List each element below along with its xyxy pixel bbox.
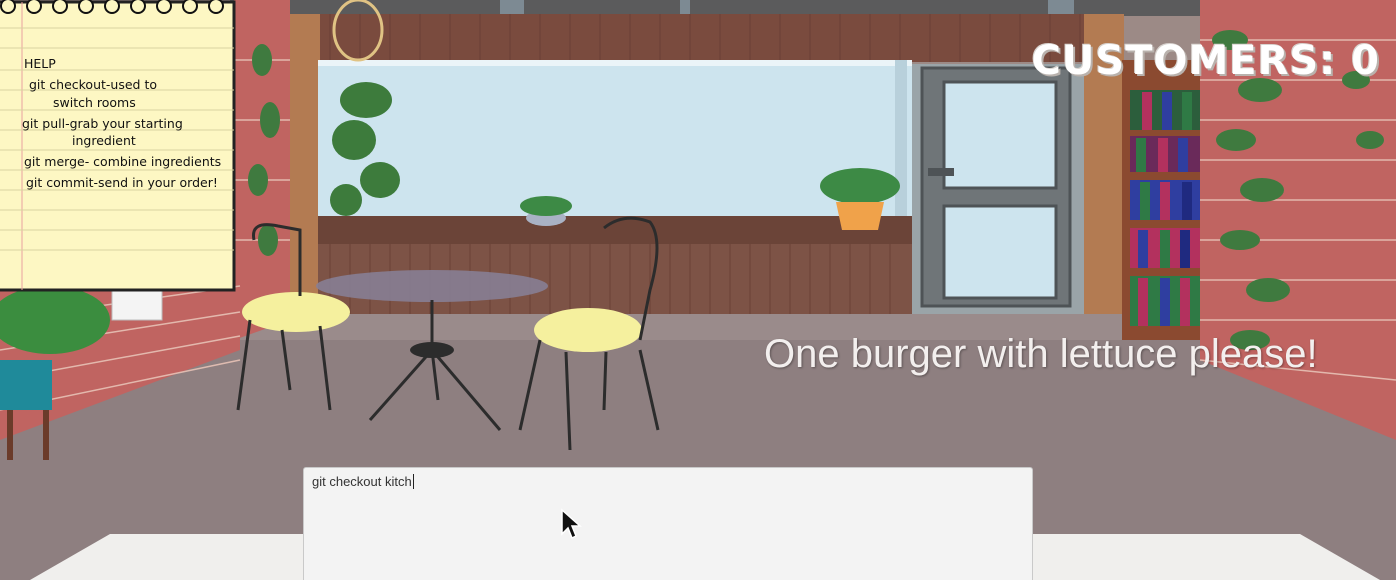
command-input[interactable]: git checkout kitch — [312, 474, 1012, 489]
help-title: HELP — [24, 56, 56, 71]
help-line-checkout-cont: switch rooms — [53, 95, 136, 110]
command-terminal[interactable]: git checkout kitch — [303, 467, 1033, 580]
help-line-pull: git pull-grab your starting — [22, 116, 183, 131]
customer-order-speech: One burger with lettuce please! — [764, 332, 1318, 376]
text-caret — [412, 474, 414, 489]
command-text: git checkout kitch — [312, 474, 412, 489]
help-notepad: HELP git checkout-used to switch rooms g… — [0, 0, 236, 292]
help-line-checkout: git checkout-used to — [29, 77, 157, 92]
help-line-merge: git merge- combine ingredients — [24, 154, 222, 169]
help-line-pull-cont: ingredient — [72, 133, 136, 148]
customers-counter: CUSTOMERS: 0 — [1031, 38, 1380, 84]
help-line-commit: git commit-send in your order! — [26, 175, 218, 190]
mouse-pointer-icon — [561, 508, 582, 540]
